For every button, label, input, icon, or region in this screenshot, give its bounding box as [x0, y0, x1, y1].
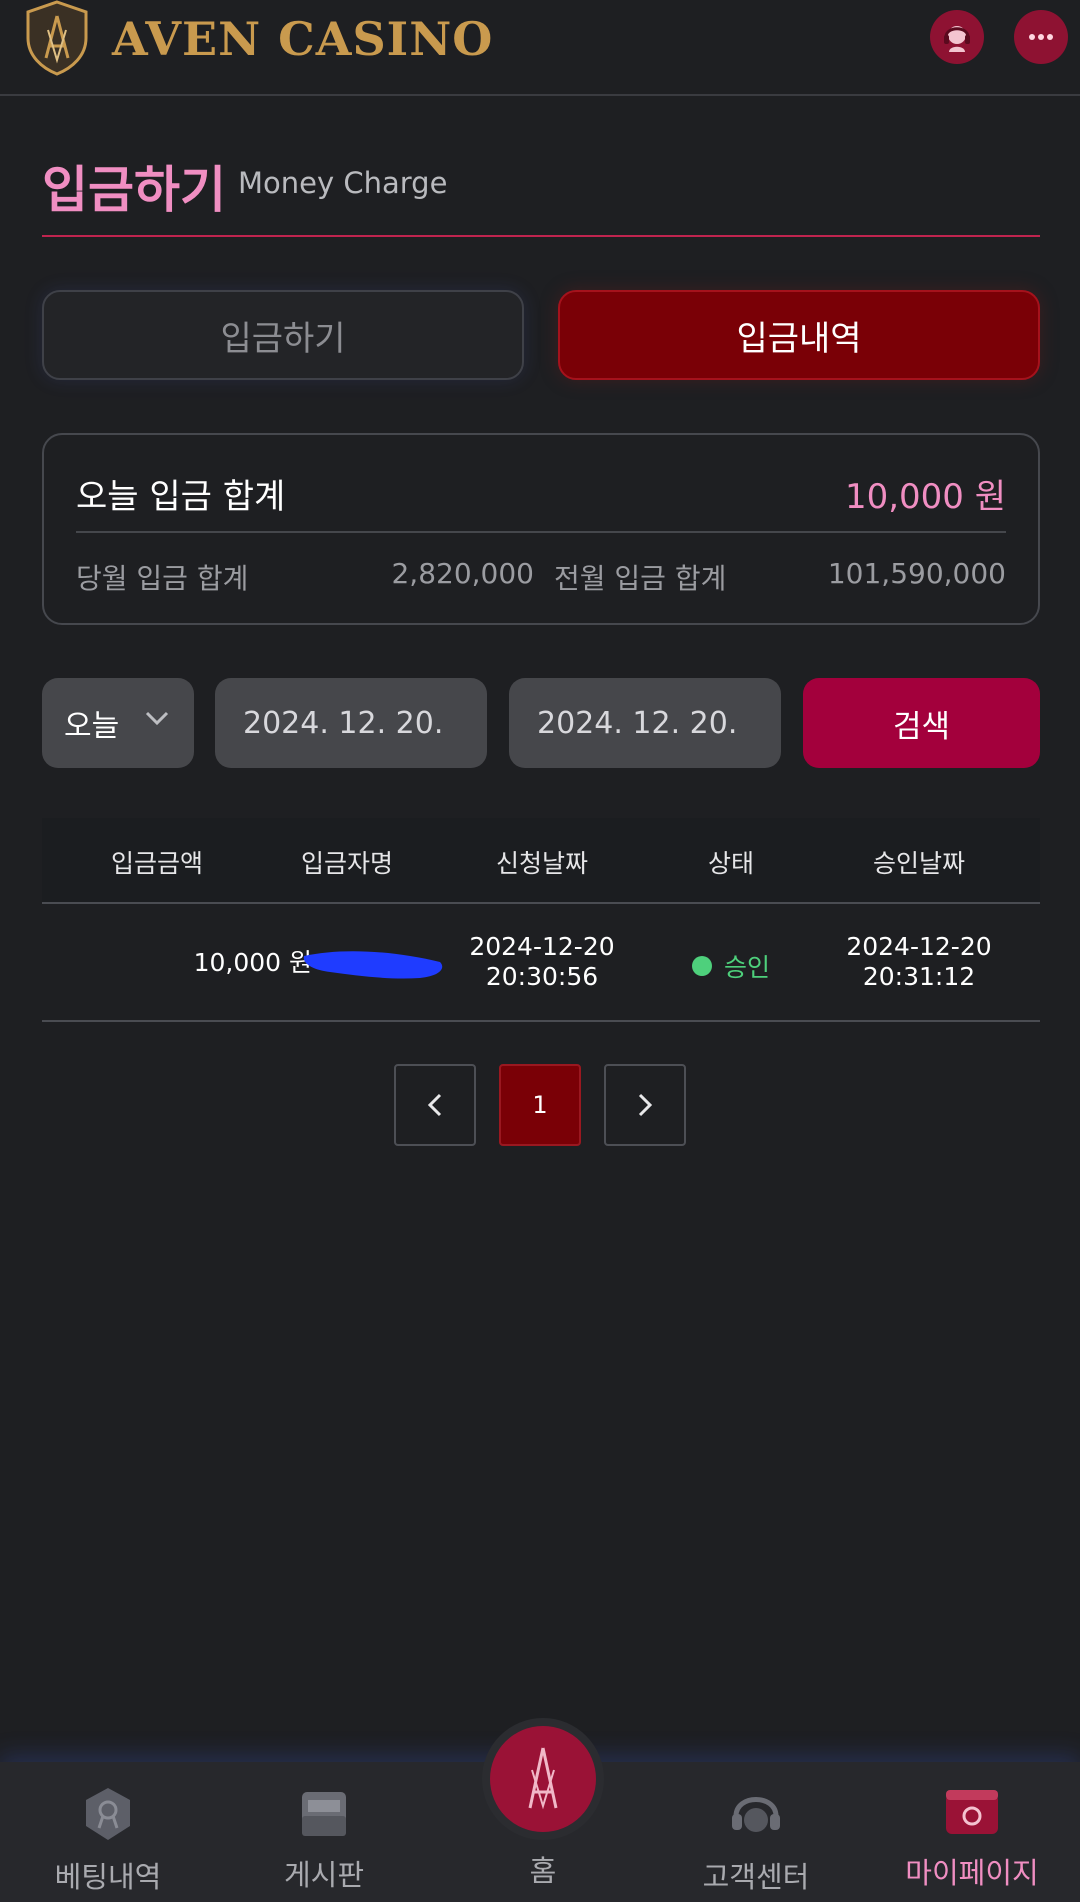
cell-approve-datetime: 2024-12-20 20:31:12	[824, 932, 1014, 992]
column-header-amount: 입금금액	[110, 849, 203, 878]
month-total-value: 2,820,000	[391, 557, 534, 590]
search-button[interactable]: 검색	[803, 678, 1040, 768]
period-select[interactable]: 오늘	[42, 678, 194, 768]
ribbon-badge-icon	[86, 1788, 130, 1840]
chevron-left-icon	[427, 1093, 442, 1117]
nav-mypage[interactable]: 마이페이지	[872, 1786, 1072, 1896]
column-header-request-date: 신청날짜	[495, 849, 588, 878]
headset-icon	[944, 26, 970, 52]
nav-label-mypage: 마이페이지	[905, 1856, 1039, 1890]
nav-betting-history[interactable]: 베팅내역	[8, 1786, 208, 1896]
folder-icon	[302, 1792, 346, 1836]
page-title: 입금하기	[42, 161, 226, 219]
page-number-button[interactable]: 1	[499, 1064, 581, 1146]
nav-label-customer-center: 고객센터	[702, 1860, 810, 1894]
support-button[interactable]	[930, 10, 984, 64]
redaction-mark	[303, 951, 443, 979]
shield-logo-icon[interactable]	[24, 0, 90, 76]
app-header: AVEN CASINO	[0, 0, 1080, 96]
cell-request-date: 2024-12-20	[469, 932, 615, 961]
summary-divider	[76, 531, 1006, 533]
brand-name[interactable]: AVEN CASINO	[112, 12, 493, 66]
cell-approve-date: 2024-12-20	[846, 932, 992, 961]
headset-icon	[732, 1797, 780, 1832]
chevron-down-icon	[145, 711, 169, 726]
prev-month-total-label: 전월 입금 합계	[554, 562, 727, 595]
title-divider	[42, 235, 1040, 237]
today-total-value: 10,000 원	[844, 477, 1006, 517]
prev-month-total-value: 101,590,000	[827, 557, 1006, 590]
table-row: 10,000 원 2024-12-20 20:30:56 승인 2024-12-…	[42, 904, 1040, 1022]
end-date-input[interactable]: 2024. 12. 20.	[509, 678, 781, 768]
month-total-label: 당월 입금 합계	[76, 562, 249, 595]
cell-request-time: 20:30:56	[485, 962, 599, 991]
deposit-summary-card: 오늘 입금 합계 10,000 원 당월 입금 합계 2,820,000 전월 …	[42, 433, 1040, 625]
column-header-depositor: 입금자명	[300, 849, 393, 878]
nav-customer-center[interactable]: 고객센터	[656, 1786, 856, 1896]
tab-deposit-history[interactable]: 입금내역	[558, 290, 1040, 380]
period-select-value: 오늘	[64, 709, 120, 744]
column-header-approve-date: 승인날짜	[872, 849, 965, 878]
next-page-button[interactable]	[604, 1064, 686, 1146]
start-date-input[interactable]: 2024. 12. 20.	[215, 678, 487, 768]
nav-label-betting-history: 베팅내역	[54, 1860, 162, 1894]
cell-approve-time: 20:31:12	[862, 962, 976, 991]
tab-deposit[interactable]: 입금하기	[42, 290, 524, 380]
chat-bubble-icon	[1029, 34, 1053, 40]
page-subtitle: Money Charge	[238, 166, 448, 200]
today-total-label: 오늘 입금 합계	[76, 477, 286, 517]
chat-button[interactable]	[1014, 10, 1068, 64]
cell-status: 승인	[692, 948, 770, 984]
nav-label-home: 홈	[529, 1854, 557, 1888]
cell-amount: 10,000 원	[193, 948, 312, 977]
cell-request-datetime: 2024-12-20 20:30:56	[447, 932, 637, 992]
status-dot	[692, 956, 712, 976]
prev-page-button[interactable]	[394, 1064, 476, 1146]
nav-board[interactable]: 게시판	[224, 1786, 424, 1896]
mypage-card-icon	[946, 1790, 998, 1834]
nav-home-button[interactable]	[490, 1726, 596, 1832]
column-header-status: 상태	[707, 849, 754, 878]
nav-label-board: 게시판	[283, 1858, 365, 1892]
logo-home-icon	[528, 1747, 558, 1810]
table-header: 입금금액 입금자명 신청날짜 상태 승인날짜	[42, 818, 1040, 904]
chevron-right-icon	[638, 1093, 653, 1117]
status-label: 승인	[724, 953, 771, 982]
